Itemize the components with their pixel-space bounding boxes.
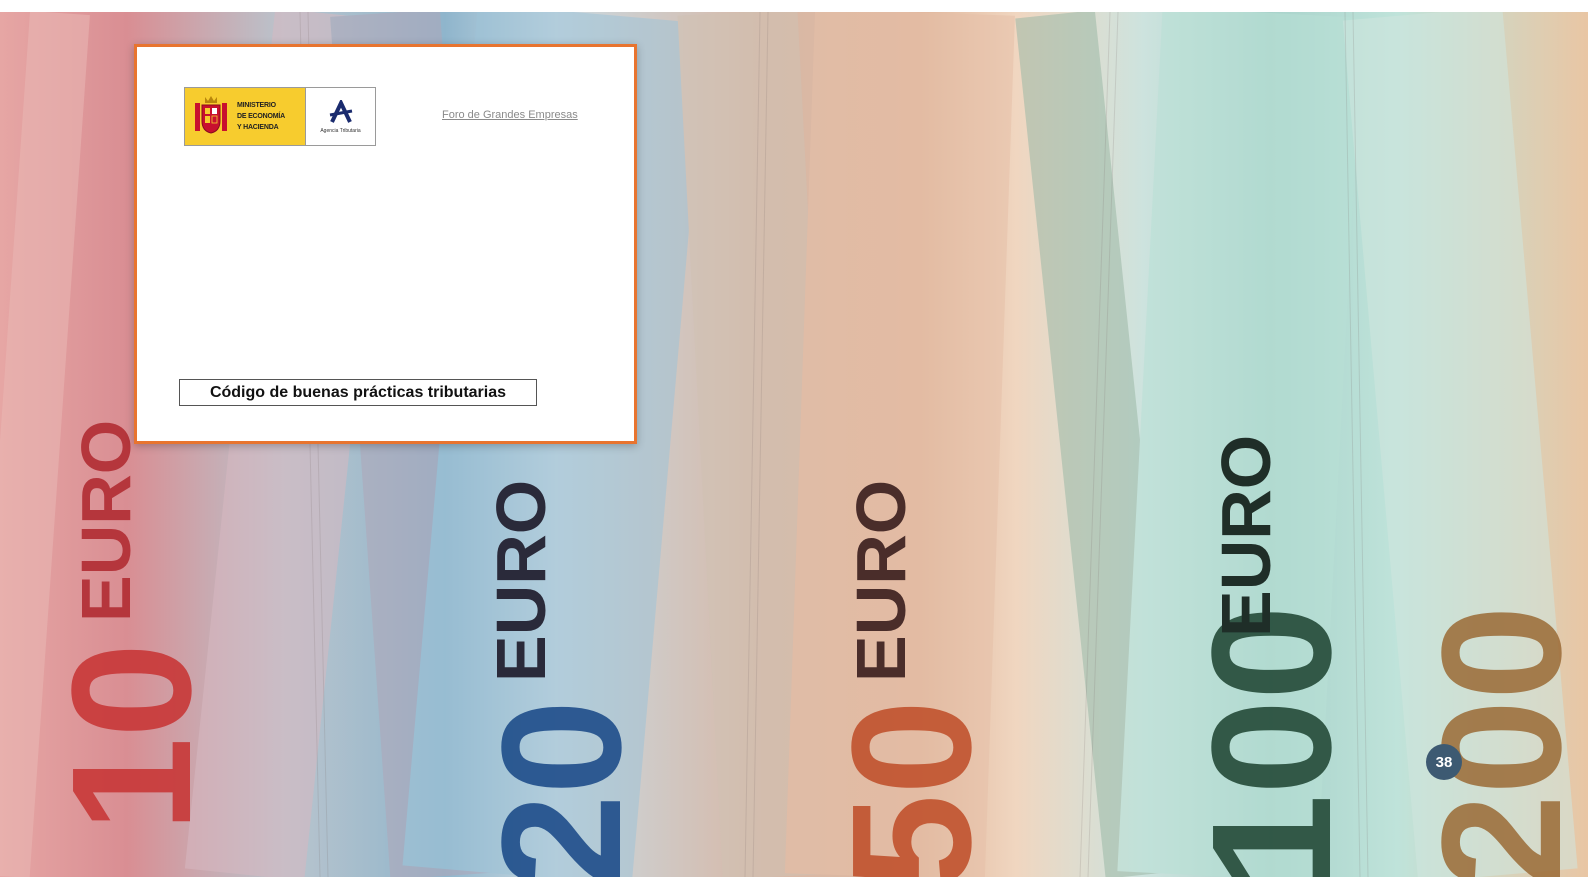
note-20-euro: EURO <box>482 480 560 682</box>
document-title: Código de buenas prácticas tributarias <box>209 383 507 401</box>
note-10-denomination: 10 <box>37 643 227 832</box>
page-number-badge: 38 <box>1426 744 1462 780</box>
agencia-tributaria-icon <box>329 99 352 123</box>
note-50-euro: EURO <box>842 480 920 682</box>
note-200-denomination: 200 <box>1407 605 1588 877</box>
note-100-denomination: 100 <box>1177 605 1367 877</box>
note-50-denomination: 50 <box>817 700 1007 877</box>
forum-link[interactable]: Foro de Grandes Empresas <box>442 109 578 121</box>
ministry-agency-logo: MINISTERIO DE ECONOMÍA Y HACIENDA Agenci… <box>184 87 376 146</box>
agency-name: Agencia Tributaria <box>320 127 361 134</box>
document-title-box: Código de buenas prácticas tributarias <box>179 379 537 406</box>
note-10-euro: EURO <box>67 420 145 622</box>
ministry-logo: MINISTERIO DE ECONOMÍA Y HACIENDA <box>185 88 306 145</box>
note-20-denomination: 20 <box>467 700 657 877</box>
note-100-euro: EURO <box>1207 435 1285 637</box>
ministry-name: MINISTERIO DE ECONOMÍA Y HACIENDA <box>237 102 285 131</box>
coat-of-arms-icon <box>195 95 227 134</box>
agency-logo: Agencia Tributaria <box>306 88 375 145</box>
document-thumbnail[interactable]: MINISTERIO DE ECONOMÍA Y HACIENDA Agenci… <box>134 44 637 444</box>
